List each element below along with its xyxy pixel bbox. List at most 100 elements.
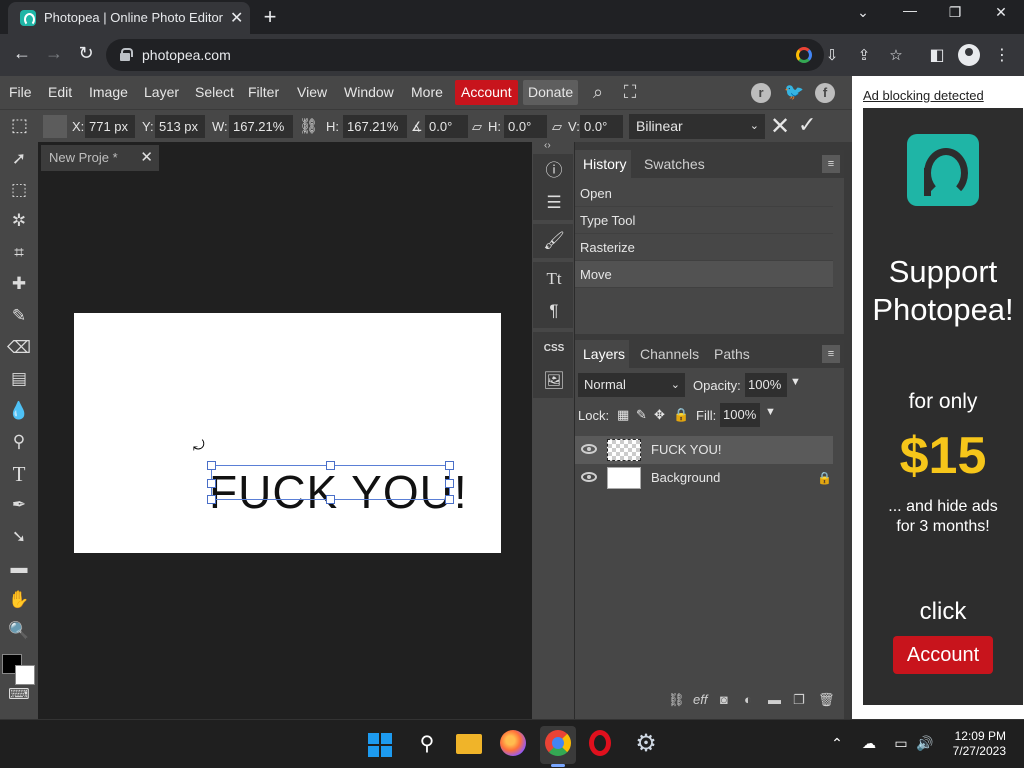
history-item[interactable]: Rasterize: [575, 234, 833, 261]
history-item-selected[interactable]: Move: [575, 261, 833, 288]
zoom-tool-icon[interactable]: 🔍: [5, 618, 33, 644]
move-tool-icon[interactable]: ➚: [5, 146, 33, 172]
close-tab-icon[interactable]: ✕: [230, 8, 243, 28]
windows-start-icon[interactable]: [368, 733, 392, 757]
opacity-dropdown-icon[interactable]: ▼: [790, 376, 801, 388]
panel-menu-icon[interactable]: ≡: [822, 345, 840, 363]
marquee-tool-icon[interactable]: ⬚: [5, 177, 33, 203]
reddit-icon[interactable]: r: [751, 83, 771, 103]
collapse-panels-icon[interactable]: ‹›: [544, 140, 551, 151]
install-app-icon[interactable]: ⇩: [822, 46, 842, 64]
crop-tool-icon[interactable]: ⌗: [5, 240, 33, 266]
rectangle-tool-icon[interactable]: ▬: [5, 555, 33, 581]
donate-button[interactable]: Donate: [523, 80, 579, 105]
angle-input[interactable]: 0.0°: [425, 115, 468, 138]
support-photopea-ad[interactable]: Support Photopea! for only $15 ... and h…: [863, 108, 1023, 705]
transform-handle[interactable]: [326, 495, 335, 504]
transform-bounding-box[interactable]: [207, 461, 454, 504]
ad-blocking-link[interactable]: Ad blocking detected: [863, 88, 984, 103]
blend-mode-select[interactable]: Normal ⌄: [578, 373, 685, 397]
lock-pixels-icon[interactable]: ✎: [636, 407, 647, 423]
new-tab-button[interactable]: +: [258, 4, 282, 30]
brush-tool-icon[interactable]: ✎: [5, 303, 33, 329]
add-mask-icon[interactable]: ◙: [720, 692, 728, 707]
transform-handle[interactable]: [207, 461, 216, 470]
dodge-tool-icon[interactable]: ⚲: [5, 429, 33, 455]
lock-icon[interactable]: [120, 48, 133, 61]
cloud-icon[interactable]: ☁: [860, 735, 878, 752]
chrome-menu-icon[interactable]: ⋮: [991, 45, 1013, 65]
tab-swatches[interactable]: Swatches: [644, 156, 705, 172]
network-icon[interactable]: ▭: [892, 735, 910, 752]
opera-icon[interactable]: [589, 730, 611, 756]
cancel-transform-icon[interactable]: ✕: [770, 112, 790, 141]
tab-layers[interactable]: Layers: [583, 346, 625, 362]
adjustments-icon[interactable]: ☰: [536, 188, 572, 218]
layer-effects-icon[interactable]: eff: [693, 692, 707, 707]
skew-h-input[interactable]: 0.0°: [504, 115, 547, 138]
share-icon[interactable]: ⇪: [854, 46, 874, 64]
menu-layer[interactable]: Layer: [144, 84, 179, 100]
link-layers-icon[interactable]: ⛓: [668, 692, 685, 708]
clock[interactable]: 12:09 PM 7/27/2023: [940, 729, 1006, 759]
fill-input[interactable]: 100%: [720, 403, 760, 427]
visibility-eye-icon[interactable]: [581, 472, 597, 482]
back-button[interactable]: ←: [10, 43, 34, 64]
address-bar[interactable]: photopea.com ⇩ ⇪ ☆: [106, 39, 903, 71]
forward-button[interactable]: →: [42, 43, 66, 64]
account-button[interactable]: Account: [455, 80, 518, 105]
close-window-button[interactable]: ✕: [986, 4, 1016, 21]
fullscreen-icon[interactable]: ⛶: [619, 82, 641, 103]
menu-image[interactable]: Image: [89, 84, 128, 100]
transform-tool-icon[interactable]: ⬚: [11, 115, 28, 136]
close-document-icon[interactable]: ✕: [140, 145, 153, 171]
menu-select[interactable]: Select: [195, 84, 234, 100]
height-input[interactable]: 167.21%: [343, 115, 407, 138]
chrome-icon[interactable]: [545, 730, 571, 756]
image-icon[interactable]: 🖼: [536, 366, 572, 396]
link-proportions-icon[interactable]: ⛓: [299, 117, 318, 135]
fill-dropdown-icon[interactable]: ▼: [765, 406, 776, 418]
menu-filter[interactable]: Filter: [248, 84, 279, 100]
browser-tab[interactable]: Photopea | Online Photo Editor ✕: [8, 2, 250, 34]
y-position-input[interactable]: 513 px: [155, 115, 205, 138]
transform-handle[interactable]: [445, 479, 454, 488]
side-panel-icon[interactable]: ◧: [926, 45, 948, 65]
new-layer-icon[interactable]: ❐: [793, 692, 805, 708]
healing-brush-tool-icon[interactable]: ✚: [5, 271, 33, 297]
menu-window[interactable]: Window: [344, 84, 394, 100]
google-lens-icon[interactable]: [796, 47, 812, 63]
blur-tool-icon[interactable]: 💧: [5, 398, 33, 424]
interpolation-select[interactable]: Bilinear ⌄: [629, 114, 765, 139]
transform-handle[interactable]: [207, 479, 216, 488]
character-icon[interactable]: Tt: [536, 264, 572, 294]
eraser-tool-icon[interactable]: ⌫: [5, 335, 33, 361]
volume-icon[interactable]: 🔊: [916, 735, 934, 752]
reference-point-icon[interactable]: [43, 115, 67, 138]
new-group-folder-icon[interactable]: ▬: [768, 692, 781, 707]
transform-handle[interactable]: [445, 461, 454, 470]
menu-file[interactable]: File: [9, 84, 32, 100]
search-icon[interactable]: ⚲: [413, 730, 441, 758]
transform-handle[interactable]: [207, 495, 216, 504]
info-icon[interactable]: ⓘ: [536, 156, 572, 186]
transform-handle[interactable]: [326, 461, 335, 470]
keyboard-icon[interactable]: ⌨: [5, 682, 33, 708]
commit-transform-icon[interactable]: ✓: [798, 112, 816, 138]
tab-search-chevron-icon[interactable]: ⌄: [848, 4, 878, 21]
tab-channels[interactable]: Channels: [640, 346, 699, 362]
opacity-input[interactable]: 100%: [745, 373, 787, 397]
tab-paths[interactable]: Paths: [714, 346, 750, 362]
bookmark-star-icon[interactable]: ☆: [886, 46, 906, 64]
show-hidden-icons-chevron-icon[interactable]: ⌃: [828, 735, 846, 752]
magic-wand-tool-icon[interactable]: ✲: [5, 208, 33, 234]
history-item[interactable]: Type Tool: [575, 207, 833, 234]
lock-position-icon[interactable]: ✥: [654, 407, 665, 423]
path-select-tool-icon[interactable]: ➘: [5, 524, 33, 550]
adjustment-layer-icon[interactable]: ◐: [744, 692, 752, 707]
panel-menu-icon[interactable]: ≡: [822, 155, 840, 173]
gradient-tool-icon[interactable]: ▤: [5, 366, 33, 392]
tab-history[interactable]: History: [583, 156, 627, 172]
width-input[interactable]: 167.21%: [229, 115, 293, 138]
menu-edit[interactable]: Edit: [48, 84, 72, 100]
